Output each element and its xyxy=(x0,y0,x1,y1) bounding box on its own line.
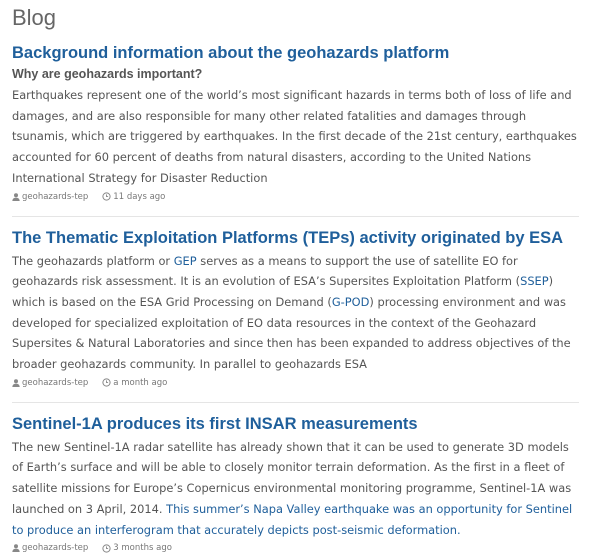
post-subtitle: Why are geohazards important? xyxy=(12,67,203,81)
user-icon xyxy=(12,192,20,201)
post-author[interactable]: geohazards-tep xyxy=(22,542,88,554)
gpod-link[interactable]: G-POD xyxy=(332,295,370,309)
post-excerpt: The new Sentinel-1A radar satellite has … xyxy=(12,437,579,541)
post-time: 11 days ago xyxy=(113,191,166,202)
post-meta: geohazards-tep 3 months ago xyxy=(12,542,579,554)
post-title-link[interactable]: Background information about the geohaza… xyxy=(12,43,579,63)
post-meta: geohazards-tep 11 days ago xyxy=(12,191,579,203)
blog-page: Blog Background information about the ge… xyxy=(0,0,590,554)
post-excerpt: Earthquakes represent one of the world’s… xyxy=(12,88,577,185)
blog-post: Background information about the geohaza… xyxy=(12,43,579,203)
clock-icon xyxy=(102,192,111,201)
post-author[interactable]: geohazards-tep xyxy=(22,191,88,203)
post-divider xyxy=(12,401,579,403)
user-icon xyxy=(12,379,20,387)
blog-post: The Thematic Exploitation Platforms (TEP… xyxy=(12,228,579,389)
excerpt-text: The geohazards platform or xyxy=(12,253,174,268)
post-title-link[interactable]: The Thematic Exploitation Platforms (TEP… xyxy=(12,228,579,248)
post-title-link[interactable]: Sentinel-1A produces its first INSAR mea… xyxy=(12,414,579,434)
post-author[interactable]: geohazards-tep xyxy=(22,377,88,389)
post-time: 3 months ago xyxy=(113,543,172,554)
blog-post: Sentinel-1A produces its first INSAR mea… xyxy=(12,414,579,554)
post-divider xyxy=(12,215,579,217)
post-meta: geohazards-tep a month ago xyxy=(12,377,579,389)
gep-link[interactable]: GEP xyxy=(174,254,197,268)
post-excerpt: The geohazards platform or GEP serves as… xyxy=(12,251,579,375)
page-title: Blog xyxy=(12,5,57,30)
clock-icon xyxy=(102,544,111,553)
user-icon xyxy=(12,544,20,553)
ssep-link[interactable]: SSEP xyxy=(520,274,549,288)
post-time: a month ago xyxy=(113,377,168,388)
clock-icon xyxy=(102,378,111,387)
